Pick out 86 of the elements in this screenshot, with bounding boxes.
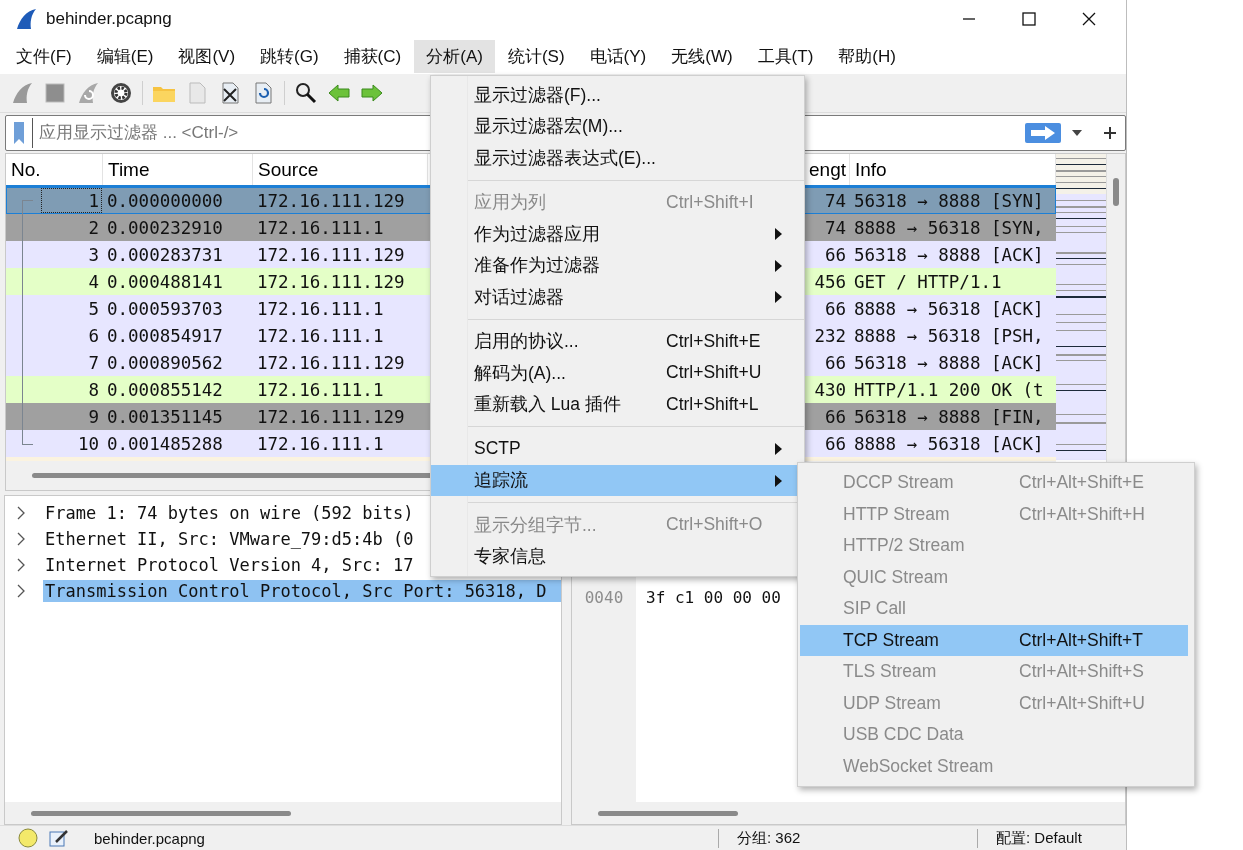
table-cell-text: 8888 → 56318 [ACK] (853, 432, 1045, 456)
menu-label: 解码为(A)... (474, 361, 567, 385)
table-cell-text: 10 (76, 432, 100, 456)
shortcut-label: Ctrl+Shift+E (666, 330, 761, 352)
menu-label: HTTP/2 Stream (843, 535, 966, 557)
shortcut-label: Ctrl+Shift+U (666, 362, 762, 384)
table-cell-text: 172.16.111.1 (256, 378, 385, 402)
table-cell-text: 8 (87, 378, 100, 402)
shortcut-label: Ctrl+Alt+Shift+T (1019, 629, 1143, 651)
menu-label: 专家信息 (474, 545, 547, 569)
menu-label: 应用为列 (474, 191, 547, 215)
table-cell-text: 172.16.111.1 (256, 324, 385, 348)
menu-label: 对话过滤器 (474, 285, 565, 309)
menu-label: 显示分组字节... (474, 513, 598, 537)
shortcut-label: Ctrl+Alt+Shift+U (1019, 692, 1145, 714)
table-cell-text: 66 (823, 351, 847, 375)
table-cell-text: 8888 → 56318 [SYN, (853, 216, 1045, 240)
table-cell-text: HTTP/1.1 200 OK (t (853, 378, 1045, 402)
byte-offset: 0040 (583, 588, 625, 607)
table-cell-text: GET / HTTP/1.1 (853, 270, 1003, 294)
menu-label: TLS Stream (843, 661, 938, 683)
table-cell-text: 6 (87, 324, 100, 348)
table-cell-text: 7 (87, 351, 100, 375)
table-cell-text: 430 (813, 378, 847, 402)
table-cell-text: 172.16.111.129 (256, 243, 406, 267)
table-cell-text: 3 (87, 243, 100, 267)
table-cell-text: 172.16.111.1 (256, 297, 385, 321)
table-cell-text: 66 (823, 243, 847, 267)
packet-count: 分组: 362 (718, 828, 967, 848)
table-cell-text: 8888 → 56318 [PSH, (853, 324, 1045, 348)
file-name: behinder.pcapng (94, 829, 205, 847)
table-cell-text: 0.000593703 (106, 297, 224, 321)
table-cell-text: 56318 → 8888 [ACK] (853, 351, 1045, 375)
menu-label: TCP Stream (843, 629, 940, 651)
menu-label: 显示过滤器宏(M)... (474, 115, 624, 139)
menu-label: UDP Stream (843, 692, 942, 714)
table-cell-text: 56318 → 8888 [SYN] (853, 189, 1045, 213)
table-cell-text: 172.16.111.129 (256, 270, 406, 294)
table-cell-text: 4 (87, 270, 100, 294)
shortcut-label: Ctrl+Shift+I (666, 191, 754, 213)
table-cell-text: 0.000232910 (106, 216, 224, 240)
menu-label: SCTP (474, 438, 522, 460)
table-cell-text: 66 (823, 432, 847, 456)
menu-label: 追踪流 (474, 469, 529, 493)
window-title: behinder.pcapng (46, 9, 172, 29)
table-cell-text: 0.000854917 (106, 324, 224, 348)
menu-label: 重新载入 Lua 插件 (474, 393, 622, 417)
menu-label: USB CDC Data (843, 724, 965, 746)
table-cell-text: 172.16.111.1 (256, 216, 385, 240)
table-cell-text: 0.000000000 (106, 189, 224, 213)
table-cell-text: 172.16.111.129 (256, 189, 406, 213)
table-cell-text: 0.000890562 (106, 351, 224, 375)
table-cell-text: 172.16.111.1 (256, 432, 385, 456)
table-cell-text: 56318 → 8888 [ACK] (853, 243, 1045, 267)
table-cell-text: 66 (823, 297, 847, 321)
hex-bytes: 3f c1 00 00 00 (646, 588, 781, 607)
table-cell-text: 172.16.111.129 (256, 405, 406, 429)
table-cell-text: 9 (87, 405, 100, 429)
menu-label: HTTP Stream (843, 503, 951, 525)
shortcut-label: Ctrl+Shift+L (666, 393, 759, 415)
menu-label: 准备作为过滤器 (474, 254, 601, 278)
shortcut-label: Ctrl+Alt+Shift+H (1019, 503, 1145, 525)
table-cell-text: 56318 → 8888 [FIN, (853, 405, 1045, 429)
menu-label: SIP Call (843, 598, 907, 620)
table-cell-text: 74 (823, 189, 847, 213)
menu-label: 显示过滤器(F)... (474, 83, 602, 107)
table-cell-text: 232 (813, 324, 847, 348)
table-cell-text: 0.001485288 (106, 432, 224, 456)
table-cell-text: 0.000855142 (106, 378, 224, 402)
table-cell-text: 74 (823, 216, 847, 240)
shortcut-label: Ctrl+Alt+Shift+S (1019, 661, 1144, 683)
table-cell-text: 2 (87, 216, 100, 240)
table-cell-text: 0.001351145 (106, 405, 224, 429)
table-cell-text: 5 (87, 297, 100, 321)
menu-label: QUIC Stream (843, 566, 950, 588)
table-cell-text: 456 (813, 270, 847, 294)
shortcut-label: Ctrl+Shift+O (666, 514, 763, 536)
table-cell: 1 (40, 187, 103, 214)
shortcut-label: Ctrl+Alt+Shift+E (1019, 472, 1144, 494)
menu-label: WebSocket Stream (843, 755, 995, 777)
table-cell-text: 8888 → 56318 [ACK] (853, 297, 1045, 321)
table-cell-text: 0.000283731 (106, 243, 224, 267)
table-cell-text: 0.000488141 (106, 270, 224, 294)
table-cell-text: 172.16.111.129 (256, 351, 406, 375)
menu-label: DCCP Stream (843, 472, 955, 494)
table-cell-text: 66 (823, 405, 847, 429)
